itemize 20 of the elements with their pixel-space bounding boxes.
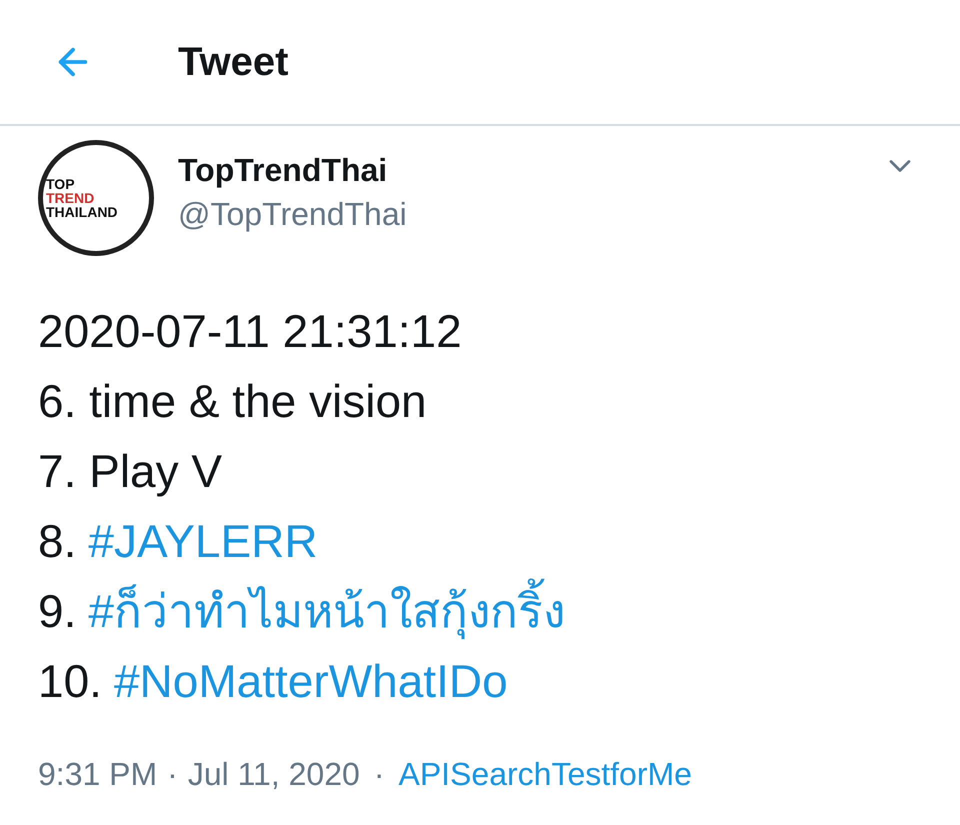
logo-text: THAILAND — [46, 205, 118, 219]
hashtag-link[interactable]: #NoMatterWhatIDo — [114, 646, 508, 716]
list-number: 9. — [38, 584, 76, 639]
author-handle[interactable]: @TopTrendThai — [178, 194, 407, 234]
hashtag-link[interactable]: #ก็ว่าทำไมหน้าใสกุ้งกริ้ง — [88, 576, 565, 646]
tweet-line: 6. time & the vision — [38, 374, 428, 429]
tweet-line: 2020-07-11 21:31:12 — [38, 304, 463, 359]
list-number: 10. — [38, 654, 102, 709]
source-link[interactable]: APISearchTestforMe — [398, 750, 692, 798]
tweet-date: Jul 11, 2020 — [188, 755, 360, 794]
logo-text: TREND — [46, 191, 94, 205]
list-number: 8. — [38, 514, 76, 569]
author-name[interactable]: TopTrendThai — [178, 150, 407, 190]
page-title: Tweet — [178, 39, 288, 86]
separator-dot: · — [167, 755, 178, 794]
logo-text: TOP — [46, 177, 75, 191]
tweet-time: 9:31 PM — [38, 755, 158, 794]
hashtag-link[interactable]: #JAYLERR — [88, 506, 318, 576]
separator-dot: · — [374, 755, 384, 794]
tweet-line: 7. Play V — [38, 444, 224, 499]
